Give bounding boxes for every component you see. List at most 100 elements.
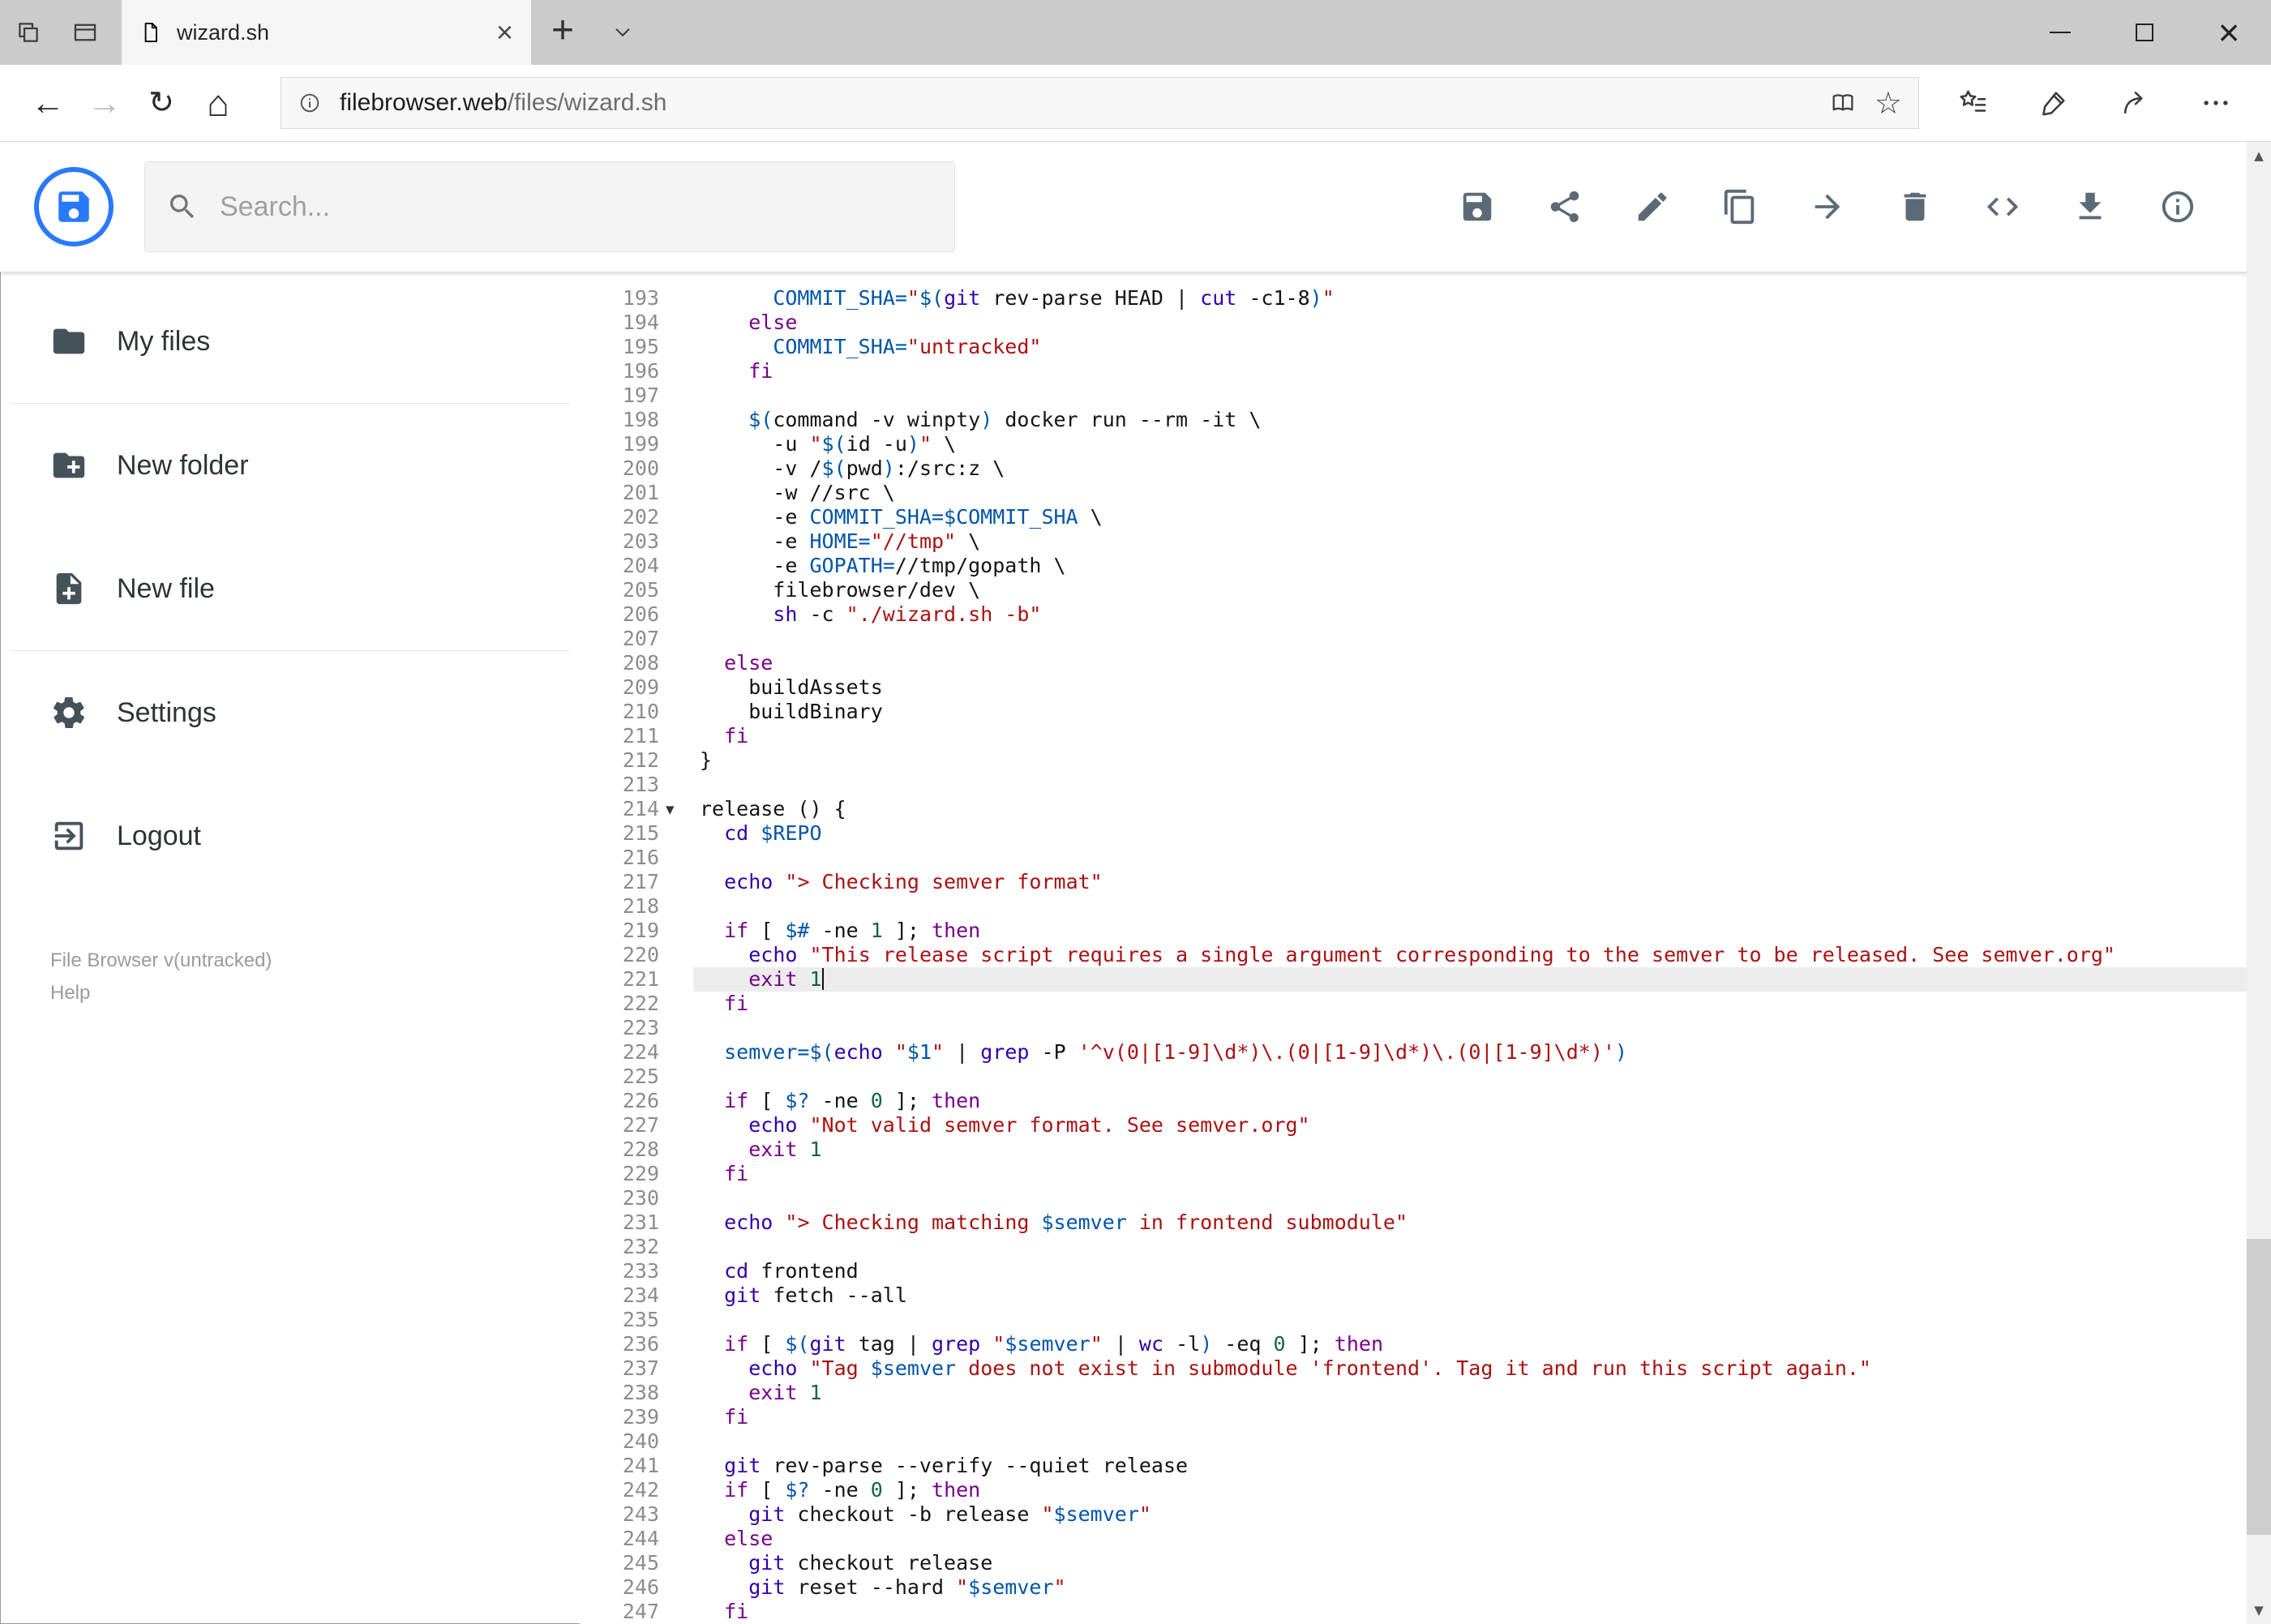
code-line[interactable]: 198 $(command -v winpty) docker run --rm… [580,408,2271,432]
share-button[interactable] [1546,188,1583,225]
code-line[interactable]: 219 if [ $# -ne 1 ]; then [580,919,2271,943]
code-line[interactable]: 196 fi [580,359,2271,384]
save-button[interactable] [1459,188,1496,225]
address-bar[interactable]: filebrowser.web/files/wizard.sh ☆ [281,77,1919,129]
home-button[interactable]: ⌂ [190,84,246,122]
code-line[interactable]: 199 -u "$(id -u)" \ [580,432,2271,456]
new-tab-button[interactable]: + [531,0,594,65]
delete-button[interactable] [1896,188,1934,225]
code-line[interactable]: 203 -e HOME="//tmp" \ [580,529,2271,554]
code-line[interactable]: 209 buildAssets [580,675,2271,700]
set-tabs-aside-button[interactable] [0,0,57,65]
code-line[interactable]: 220 echo "This release script requires a… [580,943,2271,967]
code-line[interactable]: 216 [580,846,2271,870]
refresh-button[interactable]: ↻ [133,88,190,118]
code-line[interactable]: 197 [580,384,2271,408]
search-input[interactable] [220,162,954,251]
code-line[interactable]: 243 git checkout -b release "$semver" [580,1502,2271,1527]
code-line[interactable]: 202 -e COMMIT_SHA=$COMMIT_SHA \ [580,505,2271,529]
help-link[interactable]: Help [50,977,580,1009]
code-line[interactable]: 232 [580,1235,2271,1259]
move-button[interactable] [1809,188,1846,225]
code-line[interactable]: 213 [580,773,2271,797]
tab-previews-chevron-icon[interactable] [594,0,651,65]
page-scrollbar[interactable]: ▲ ▼ [2247,142,2271,1624]
code-line[interactable]: 236 if [ $(git tag | grep "$semver" | wc… [580,1332,2271,1356]
code-line[interactable]: 230 [580,1186,2271,1211]
code-line[interactable]: 205 filebrowser/dev \ [580,578,2271,602]
code-line[interactable]: 235 [580,1308,2271,1332]
close-window-button[interactable]: × [2187,0,2271,65]
code-line[interactable]: 193 COMMIT_SHA="$(git rev-parse HEAD | c… [580,286,2271,311]
tabs-preview-button[interactable] [57,0,114,65]
code-line[interactable]: 225 [580,1065,2271,1089]
code-view-button[interactable] [1984,188,2021,225]
forward-button[interactable]: → [76,86,133,120]
editor-lines[interactable]: 193 COMMIT_SHA="$(git rev-parse HEAD | c… [580,272,2271,1624]
sidebar-item-settings[interactable]: Settings [0,651,580,774]
sidebar-item-logout[interactable]: Logout [0,774,580,898]
code-line[interactable]: 223 [580,1016,2271,1040]
code-line[interactable]: 234 git fetch --all [580,1283,2271,1308]
scroll-up-arrow[interactable]: ▲ [2247,142,2271,169]
code-line[interactable]: 217 echo "> Checking semver format" [580,870,2271,894]
code-line[interactable]: 237 echo "Tag $semver does not exist in … [580,1356,2271,1381]
code-line[interactable]: 246 git reset --hard "$semver" [580,1575,2271,1600]
code-line[interactable]: 206 sh -c "./wizard.sh -b" [580,602,2271,627]
code-line[interactable]: 245 git checkout release [580,1551,2271,1575]
code-line[interactable]: 214 ▾ release () { [580,797,2271,821]
scroll-down-arrow[interactable]: ▼ [2247,1596,2271,1624]
code-line[interactable]: 195 COMMIT_SHA="untracked" [580,335,2271,359]
code-line[interactable]: 233 cd frontend [580,1259,2271,1283]
code-line[interactable]: 211 fi [580,724,2271,748]
active-tab[interactable]: wizard.sh × [122,0,531,65]
code-line[interactable]: 194 else [580,311,2271,335]
code-line[interactable]: 200 -v /$(pwd):/src:z \ [580,456,2271,481]
code-line[interactable]: 215 cd $REPO [580,821,2271,846]
scroll-thumb[interactable] [2247,1238,2271,1536]
code-line[interactable]: 239 fi [580,1405,2271,1429]
reading-view-icon[interactable] [1829,89,1857,117]
code-line[interactable]: 242 if [ $? -ne 0 ]; then [580,1478,2271,1502]
back-button[interactable]: ← [19,86,76,120]
search-box[interactable] [144,161,955,252]
rename-button[interactable] [1634,188,1671,225]
minimize-button[interactable] [2018,0,2102,65]
code-line[interactable]: 226 if [ $? -ne 0 ]; then [580,1089,2271,1113]
code-line[interactable]: 241 git rev-parse --verify --quiet relea… [580,1454,2271,1478]
code-line[interactable]: 221 exit 1 [580,967,2271,992]
maximize-button[interactable] [2102,0,2187,65]
info-button[interactable] [2159,188,2196,225]
code-line[interactable]: 218 [580,894,2271,919]
code-line[interactable]: 210 buildBinary [580,700,2271,724]
share-icon[interactable] [2106,74,2164,132]
code-line[interactable]: 247 fi [580,1600,2271,1624]
tab-close-icon[interactable]: × [496,18,513,47]
code-line[interactable]: 208 else [580,651,2271,675]
fold-toggle-icon[interactable]: ▾ [659,797,693,821]
code-line[interactable]: 231 echo "> Checking matching $semver in… [580,1211,2271,1235]
code-line[interactable]: 240 [580,1429,2271,1454]
code-line[interactable]: 244 else [580,1527,2271,1551]
filebrowser-logo[interactable] [34,167,114,246]
code-line[interactable]: 238 exit 1 [580,1381,2271,1405]
copy-button[interactable] [1721,188,1759,225]
sidebar-item-new-file[interactable]: New file [0,527,580,650]
add-favorite-star-icon[interactable]: ☆ [1875,88,1902,118]
code-line[interactable]: 201 -w //src \ [580,481,2271,505]
code-line[interactable]: 207 [580,627,2271,651]
code-line[interactable]: 204 -e GOPATH=//tmp/gopath \ [580,554,2271,578]
site-info-icon[interactable] [298,91,322,115]
sidebar-item-my-files[interactable]: My files [0,280,580,403]
more-options-icon[interactable] [2187,74,2245,132]
favorites-hub-icon[interactable] [1943,74,2002,132]
code-line[interactable]: 229 fi [580,1162,2271,1186]
web-note-pen-icon[interactable] [2025,74,2083,132]
sidebar-item-new-folder[interactable]: New folder [0,404,580,527]
code-line[interactable]: 228 exit 1 [580,1138,2271,1162]
code-line[interactable]: 224 semver=$(echo "$1" | grep -P '^v(0|[… [580,1040,2271,1065]
code-line[interactable]: 222 fi [580,992,2271,1016]
download-button[interactable] [2072,188,2109,225]
code-line[interactable]: 227 echo "Not valid semver format. See s… [580,1113,2271,1138]
code-line[interactable]: 212} [580,748,2271,773]
